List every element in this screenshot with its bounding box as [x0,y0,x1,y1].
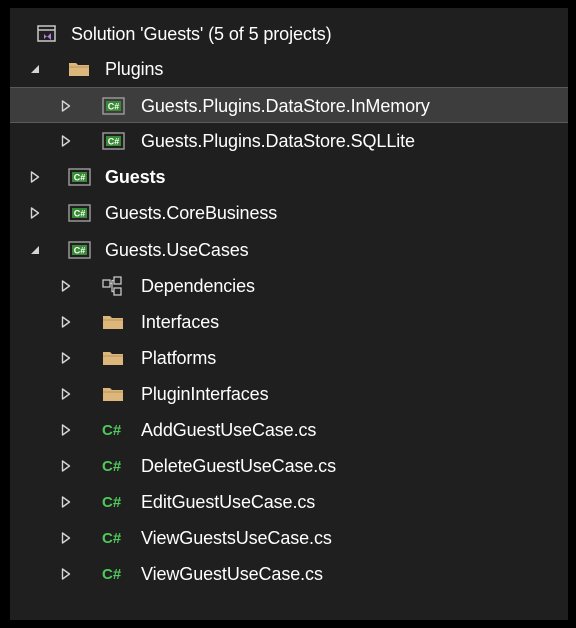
folder-icon [102,304,124,340]
svg-text:C#: C# [108,137,120,147]
folder-icon [102,376,124,412]
collapsed-arrow-icon[interactable] [61,376,71,412]
solution-icon [37,16,57,52]
collapsed-arrow-icon[interactable] [61,268,71,304]
collapsed-arrow-icon[interactable] [61,412,71,448]
tree-item-label: Platforms [141,347,217,368]
tree-item-label: EditGuestUseCase.cs [141,491,316,512]
csharp-file-icon: C# [102,421,122,439]
tree-item-label: Guests.Plugins.DataStore.InMemory [141,95,430,116]
tree-item-label: Plugins [105,58,164,79]
tree-item-plugins[interactable]: Plugins [10,51,568,87]
collapsed-arrow-icon[interactable] [30,159,40,195]
expanded-arrow-icon[interactable] [30,232,40,268]
tree-item-label: Guests [105,166,166,187]
collapsed-arrow-icon[interactable] [61,520,71,556]
csharp-file-icon: C# [102,457,122,475]
expanded-arrow-icon[interactable] [30,51,40,87]
tree-item-label: Guests.UseCases [105,239,249,260]
collapsed-arrow-icon[interactable] [30,195,40,231]
tree-item-addguest[interactable]: C# AddGuestUseCase.cs [10,412,568,448]
tree-item-editguest[interactable]: C# EditGuestUseCase.cs [10,484,568,520]
tree-item-deleteguest[interactable]: C# DeleteGuestUseCase.cs [10,448,568,484]
tree-item-label: DeleteGuestUseCase.cs [141,455,336,476]
tree-item-label: ViewGuestUseCase.cs [141,563,323,584]
tree-item-guests[interactable]: C# Guests [10,159,568,195]
solution-label: Solution 'Guests' (5 of 5 projects) [71,23,332,44]
csharp-project-icon: C# [102,88,126,124]
csharp-project-icon: C# [68,232,92,268]
tree-item-label: Dependencies [141,275,255,296]
svg-text:C#: C# [74,173,86,183]
tree-item-corebusiness[interactable]: C# Guests.CoreBusiness [10,195,568,231]
collapsed-arrow-icon[interactable] [61,484,71,520]
tree-item-usecases[interactable]: C# Guests.UseCases [10,232,568,268]
tree-item-label: ViewGuestsUseCase.cs [141,527,332,548]
tree-item-label: Guests.Plugins.DataStore.SQLLite [141,130,415,151]
tree-item-label: AddGuestUseCase.cs [141,419,317,440]
svg-text:C#: C# [74,246,86,256]
csharp-file-icon: C# [102,493,122,511]
tree-item-viewguests[interactable]: C# ViewGuestsUseCase.cs [10,520,568,556]
csharp-project-icon: C# [68,159,92,195]
tree-item-dependencies[interactable]: Dependencies [10,268,568,304]
csharp-project-icon: C# [68,195,92,231]
folder-icon [102,340,124,376]
solution-explorer-tree: Solution 'Guests' (5 of 5 projects) Plug… [10,8,568,620]
tree-item-inmemory[interactable]: C# Guests.Plugins.DataStore.InMemory [10,87,568,123]
tree-item-label: Interfaces [141,311,220,332]
tree-item-plugininterfaces[interactable]: PluginInterfaces [10,376,568,412]
collapsed-arrow-icon[interactable] [61,340,71,376]
tree-item-platforms[interactable]: Platforms [10,340,568,376]
tree-item-viewguest[interactable]: C# ViewGuestUseCase.cs [10,556,568,592]
tree-item-interfaces[interactable]: Interfaces [10,304,568,340]
dependencies-icon [102,268,124,304]
solution-row[interactable]: Solution 'Guests' (5 of 5 projects) [10,16,568,52]
collapsed-arrow-icon[interactable] [61,304,71,340]
svg-text:C#: C# [74,209,86,219]
tree-item-label: Guests.CoreBusiness [105,202,278,223]
folder-icon [68,51,90,87]
csharp-project-icon: C# [102,123,126,159]
tree-item-label: PluginInterfaces [141,383,269,404]
collapsed-arrow-icon[interactable] [61,556,71,592]
collapsed-arrow-icon[interactable] [61,88,71,124]
collapsed-arrow-icon[interactable] [61,448,71,484]
tree-item-sqllite[interactable]: C# Guests.Plugins.DataStore.SQLLite [10,123,568,159]
csharp-file-icon: C# [102,529,122,547]
collapsed-arrow-icon[interactable] [61,123,71,159]
csharp-file-icon: C# [102,565,122,583]
svg-text:C#: C# [108,102,120,112]
